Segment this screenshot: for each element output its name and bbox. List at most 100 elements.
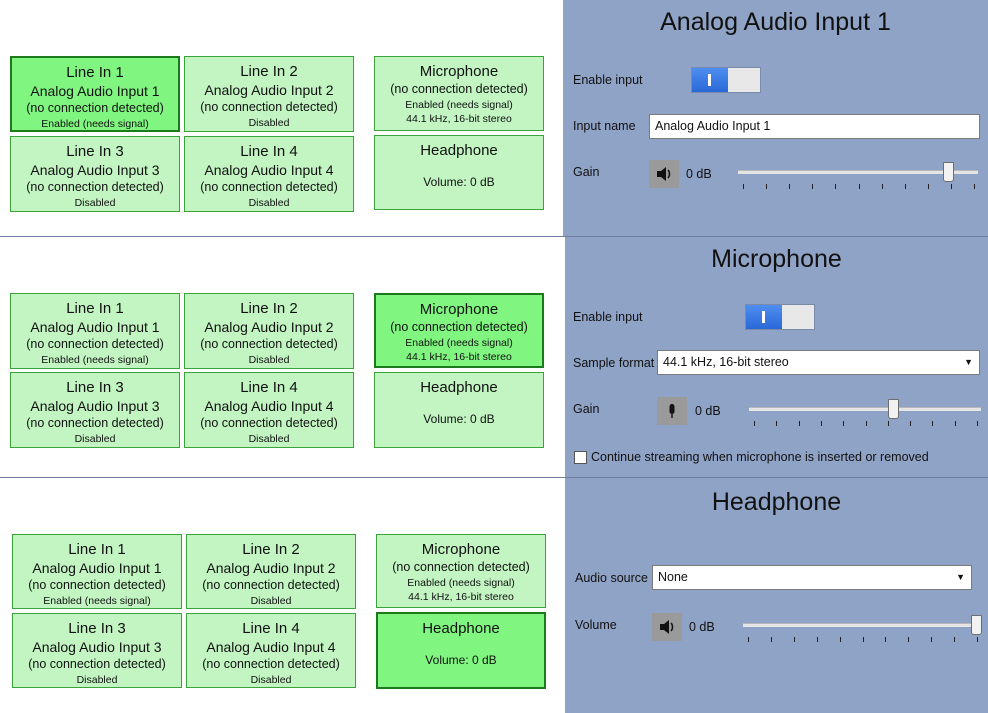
gain-label: Gain — [573, 402, 600, 416]
slider-tick — [766, 184, 767, 189]
slider-tick — [905, 184, 906, 189]
tile-title: Line In 3 — [66, 143, 124, 160]
tile-line-in-2[interactable]: Line In 2 Analog Audio Input 2 (no conne… — [184, 293, 354, 369]
sample-format-select[interactable]: 44.1 kHz, 16-bit stereo ▼ — [657, 350, 980, 375]
panel-title: Microphone — [711, 245, 842, 273]
tile-title: Line In 2 — [240, 300, 298, 317]
slider-track — [749, 407, 981, 411]
slider-tick — [910, 421, 911, 426]
slider-tick — [748, 637, 749, 642]
microphone-icon[interactable] — [657, 397, 687, 425]
tile-connection: (no connection detected) — [200, 180, 338, 194]
tile-line-in-1[interactable]: Line In 1 Analog Audio Input 1 (no conne… — [12, 534, 182, 609]
source-grid: Line In 1 Analog Audio Input 1 (no conne… — [0, 478, 565, 713]
slider-tick — [799, 421, 800, 426]
volume-slider[interactable] — [743, 613, 983, 645]
source-grid: Line In 1 Analog Audio Input 1 (no conne… — [0, 0, 563, 236]
slider-thumb[interactable] — [971, 615, 982, 635]
volume-value: 0 dB — [689, 620, 715, 634]
tile-title: Line In 3 — [68, 620, 126, 637]
slider-ticks — [748, 637, 978, 642]
slider-tick — [932, 421, 933, 426]
tile-line-in-3[interactable]: Line In 3 Analog Audio Input 3 (no conne… — [10, 372, 180, 448]
tile-status: Disabled — [248, 354, 290, 366]
tile-volume: Volume: 0 dB — [425, 653, 497, 667]
tile-input: Analog Audio Input 4 — [204, 398, 334, 414]
tile-status: Disabled — [76, 674, 118, 686]
tile-line-in-4[interactable]: Line In 4 Analog Audio Input 4 (no conne… — [186, 613, 356, 688]
tile-connection: (no connection detected) — [200, 416, 338, 430]
slider-tick — [908, 637, 909, 642]
slider-tick — [888, 421, 889, 426]
tile-input: Analog Audio Input 3 — [30, 398, 160, 414]
enable-input-label: Enable input — [573, 73, 643, 87]
tile-title: Line In 1 — [68, 541, 126, 558]
tile-title: Line In 3 — [66, 379, 124, 396]
tile-connection: (no connection detected) — [28, 578, 166, 592]
tile-title: Line In 4 — [240, 143, 298, 160]
tile-microphone[interactable]: Microphone (no connection detected) Enab… — [374, 293, 544, 368]
tile-title: Line In 4 — [240, 379, 298, 396]
tile-format: 44.1 kHz, 16-bit stereo — [406, 113, 512, 125]
slider-tick — [812, 184, 813, 189]
tile-connection: (no connection detected) — [202, 657, 340, 671]
tile-line-in-1[interactable]: Line In 1 Analog Audio Input 1 (no conne… — [10, 293, 180, 369]
sample-format-label: Sample format — [573, 356, 655, 370]
tile-status: Enabled (needs signal) — [41, 118, 149, 130]
slider-tick — [882, 184, 883, 189]
tile-status: Enabled (needs signal) — [407, 577, 515, 589]
tile-line-in-4[interactable]: Line In 4 Analog Audio Input 4 (no conne… — [184, 372, 354, 448]
speaker-icon[interactable] — [649, 160, 679, 188]
slider-tick — [928, 184, 929, 189]
slider-tick — [794, 637, 795, 642]
tile-input: Analog Audio Input 4 — [206, 639, 336, 655]
tile-line-in-4[interactable]: Line In 4 Analog Audio Input 4 (no conne… — [184, 136, 354, 212]
tile-volume: Volume: 0 dB — [423, 175, 495, 189]
tile-input: Analog Audio Input 3 — [30, 162, 160, 178]
slider-tick — [835, 184, 836, 189]
tile-title: Line In 2 — [242, 541, 300, 558]
toggle-knob — [762, 311, 765, 323]
tile-headphone[interactable]: Headphone Volume: 0 dB — [374, 372, 544, 448]
tile-line-in-2[interactable]: Line In 2 Analog Audio Input 2 (no conne… — [184, 56, 354, 132]
tile-status: Disabled — [250, 595, 292, 607]
slider-tick — [931, 637, 932, 642]
tile-status: Disabled — [248, 433, 290, 445]
continue-streaming-checkbox[interactable] — [574, 451, 587, 464]
slider-tick — [866, 421, 867, 426]
audio-source-select[interactable]: None ▼ — [652, 565, 972, 590]
tile-input: Analog Audio Input 1 — [30, 319, 160, 335]
enable-input-toggle[interactable] — [745, 304, 815, 330]
tile-status: Disabled — [74, 197, 116, 209]
tile-line-in-3[interactable]: Line In 3 Analog Audio Input 3 (no conne… — [10, 136, 180, 212]
slider-tick — [954, 637, 955, 642]
tile-input: Analog Audio Input 3 — [32, 639, 162, 655]
tile-line-in-3[interactable]: Line In 3 Analog Audio Input 3 (no conne… — [12, 613, 182, 688]
tile-status: Enabled (needs signal) — [43, 595, 151, 607]
gain-slider[interactable] — [749, 397, 981, 429]
gain-slider[interactable] — [738, 160, 978, 192]
tile-headphone[interactable]: Headphone Volume: 0 dB — [376, 612, 546, 689]
input-name-field[interactable]: Analog Audio Input 1 — [649, 114, 980, 139]
tile-connection: (no connection detected) — [202, 578, 340, 592]
tile-input: Analog Audio Input 1 — [32, 560, 162, 576]
speaker-icon[interactable] — [652, 613, 682, 641]
tile-microphone[interactable]: Microphone (no connection detected) Enab… — [376, 534, 546, 608]
tile-connection: (no connection detected) — [26, 180, 164, 194]
tile-connection: (no connection detected) — [26, 337, 164, 351]
tile-connection: (no connection detected) — [26, 416, 164, 430]
tile-line-in-1[interactable]: Line In 1 Analog Audio Input 1 (no conne… — [10, 56, 180, 132]
slider-tick — [754, 421, 755, 426]
tile-line-in-2[interactable]: Line In 2 Analog Audio Input 2 (no conne… — [186, 534, 356, 609]
tile-headphone[interactable]: Headphone Volume: 0 dB — [374, 135, 544, 210]
tile-connection: (no connection detected) — [26, 101, 164, 115]
slider-thumb[interactable] — [887, 399, 899, 419]
tile-status: Disabled — [248, 117, 290, 129]
slider-thumb[interactable] — [943, 162, 955, 182]
tile-microphone[interactable]: Microphone (no connection detected) Enab… — [374, 56, 544, 131]
toggle-knob — [708, 74, 711, 86]
enable-input-toggle[interactable] — [691, 67, 761, 93]
tile-title: Line In 2 — [240, 63, 298, 80]
slider-tick — [789, 184, 790, 189]
sample-format-value: 44.1 kHz, 16-bit stereo — [663, 355, 789, 369]
